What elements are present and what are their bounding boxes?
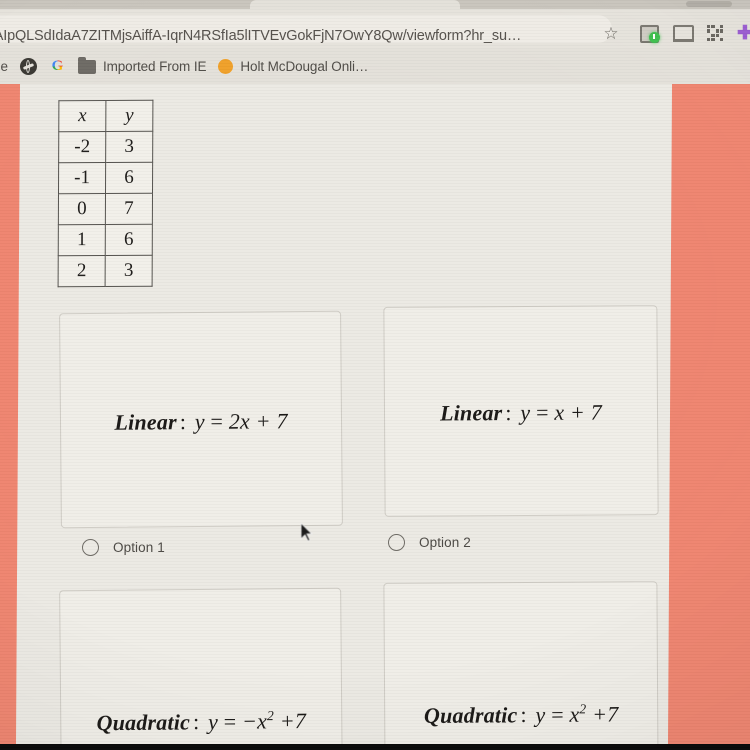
table-cell-y: 6 (105, 224, 153, 256)
option-3-image[interactable]: Quadratic: y = −x2 +7 (59, 587, 343, 750)
option-4-image[interactable]: Quadratic: y = x2 +7 (383, 581, 659, 750)
install-app-icon[interactable] (638, 22, 660, 44)
option-1-equation: Linear: y = 2x + 7 (114, 408, 287, 436)
bookmark-imported-from-ie[interactable]: Imported From IE (72, 54, 212, 80)
qr-code-glyph (707, 25, 723, 41)
table-row: 2 3 (58, 255, 153, 287)
option-4-rhs: x2 +7 (569, 701, 619, 727)
folder-icon (77, 56, 96, 74)
browser-tab[interactable] (250, 0, 460, 9)
omnibox-row: /1FAIpQLSdIdaA7ZITMjsAiffA-IqrN4RSfIa5lI… (0, 9, 750, 49)
address-bar-text: /1FAIpQLSdIdaA7ZITMjsAiffA-IqrN4RSfIa5lI… (0, 28, 522, 44)
option-1-rhs: 2x + 7 (228, 407, 288, 434)
option-2-image[interactable]: Linear: y = x + 7 (383, 305, 659, 517)
option-3-lhs: y (207, 709, 219, 735)
option-3-equals: = (223, 708, 237, 734)
option-2-rhs: x + 7 (554, 399, 603, 425)
table-row: 0 7 (58, 193, 153, 225)
address-bar[interactable]: /1FAIpQLSdIdaA7ZITMjsAiffA-IqrN4RSfIa5lI… (0, 15, 612, 44)
install-app-glyph (639, 24, 660, 43)
option-1-image[interactable]: Linear: y = 2x + 7 (59, 310, 343, 529)
option-1-label: Option 1 (113, 540, 165, 555)
extension-icon[interactable]: ✚ (734, 22, 750, 44)
bookmarks-bar: ome G Imported From IE Holt McDougal Onl… (0, 49, 750, 84)
option-4-separator: : (520, 702, 527, 728)
form-content: x y -2 3 -1 6 0 7 1 6 2 3 Linear: y = 2… (0, 84, 750, 750)
option-4-kind: Quadratic (423, 702, 518, 728)
option-4-lhs: y (535, 702, 546, 728)
orange-circle-icon (218, 59, 234, 74)
cast-icon[interactable] (672, 22, 694, 44)
monitor-bezel (0, 744, 750, 750)
option-2-separator: : (505, 400, 512, 426)
bookmark-home-label: ome (0, 59, 8, 74)
table-row: -1 6 (58, 162, 153, 194)
option-2-equals: = (535, 399, 549, 425)
table-cell-y: 6 (105, 162, 153, 194)
option-3-rhs: −x2 +7 (241, 708, 307, 734)
table-row: 1 6 (58, 224, 153, 256)
bookmark-globe[interactable] (14, 54, 43, 80)
option-1-separator: : (179, 408, 187, 434)
option-1-kind: Linear (114, 408, 177, 435)
table-header-x: x (58, 100, 106, 132)
table-cell-x: 2 (58, 255, 106, 287)
option-2-kind: Linear (439, 400, 503, 426)
table-cell-y: 7 (105, 193, 153, 225)
table-cell-y: 3 (105, 131, 153, 163)
bookmark-google[interactable]: G (43, 54, 72, 80)
option-2-radio-row[interactable]: Option 2 (388, 534, 471, 551)
star-icon[interactable]: ☆ (600, 22, 622, 44)
option-2-equation: Linear: y = x + 7 (440, 400, 602, 427)
option-2-radio[interactable] (388, 534, 405, 551)
browser-chrome: /1FAIpQLSdIdaA7ZITMjsAiffA-IqrN4RSfIa5lI… (0, 0, 750, 84)
screen-contents: /1FAIpQLSdIdaA7ZITMjsAiffA-IqrN4RSfIa5lI… (0, 0, 750, 750)
bookmark-home[interactable]: ome (0, 54, 14, 80)
option-3-kind: Quadratic (96, 709, 191, 736)
bookmark-holt-mcdougal[interactable]: Holt McDougal Onli… (212, 54, 374, 80)
option-3-equation: Quadratic: y = −x2 +7 (96, 708, 306, 736)
option-2-label: Option 2 (419, 535, 471, 550)
extension-glyph: ✚ (737, 22, 750, 44)
star-glyph: ☆ (603, 23, 619, 43)
globe-icon (19, 58, 37, 75)
table-cell-y: 3 (105, 255, 153, 287)
table-cell-x: 1 (58, 224, 106, 256)
option-3-separator: : (192, 709, 200, 735)
option-1-equals: = (210, 408, 224, 434)
bookmark-holt-label: Holt McDougal Onli… (240, 59, 369, 74)
google-icon: G (49, 58, 66, 75)
bookmark-imported-label: Imported From IE (102, 59, 207, 74)
qr-code-icon[interactable] (704, 22, 726, 44)
table-cell-x: -2 (58, 131, 106, 163)
table-cell-x: -1 (58, 162, 106, 194)
option-4-equals: = (551, 701, 564, 727)
option-1-radio-row[interactable]: Option 1 (82, 539, 165, 556)
option-1-radio[interactable] (82, 539, 99, 556)
option-2-lhs: y (520, 399, 531, 426)
tab-strip (0, 0, 750, 9)
tab-strip-chip (686, 1, 732, 7)
table-header-y: y (105, 100, 153, 132)
screen-photo: /1FAIpQLSdIdaA7ZITMjsAiffA-IqrN4RSfIa5lI… (0, 0, 750, 750)
cast-glyph (672, 24, 694, 42)
xy-data-table: x y -2 3 -1 6 0 7 1 6 2 3 (57, 99, 154, 288)
table-row: -2 3 (58, 131, 153, 163)
option-1-lhs: y (194, 408, 205, 434)
table-cell-x: 0 (58, 193, 106, 225)
table-header-row: x y (58, 100, 153, 132)
mouse-cursor (300, 522, 314, 542)
option-4-equation: Quadratic: y = x2 +7 (424, 701, 619, 729)
